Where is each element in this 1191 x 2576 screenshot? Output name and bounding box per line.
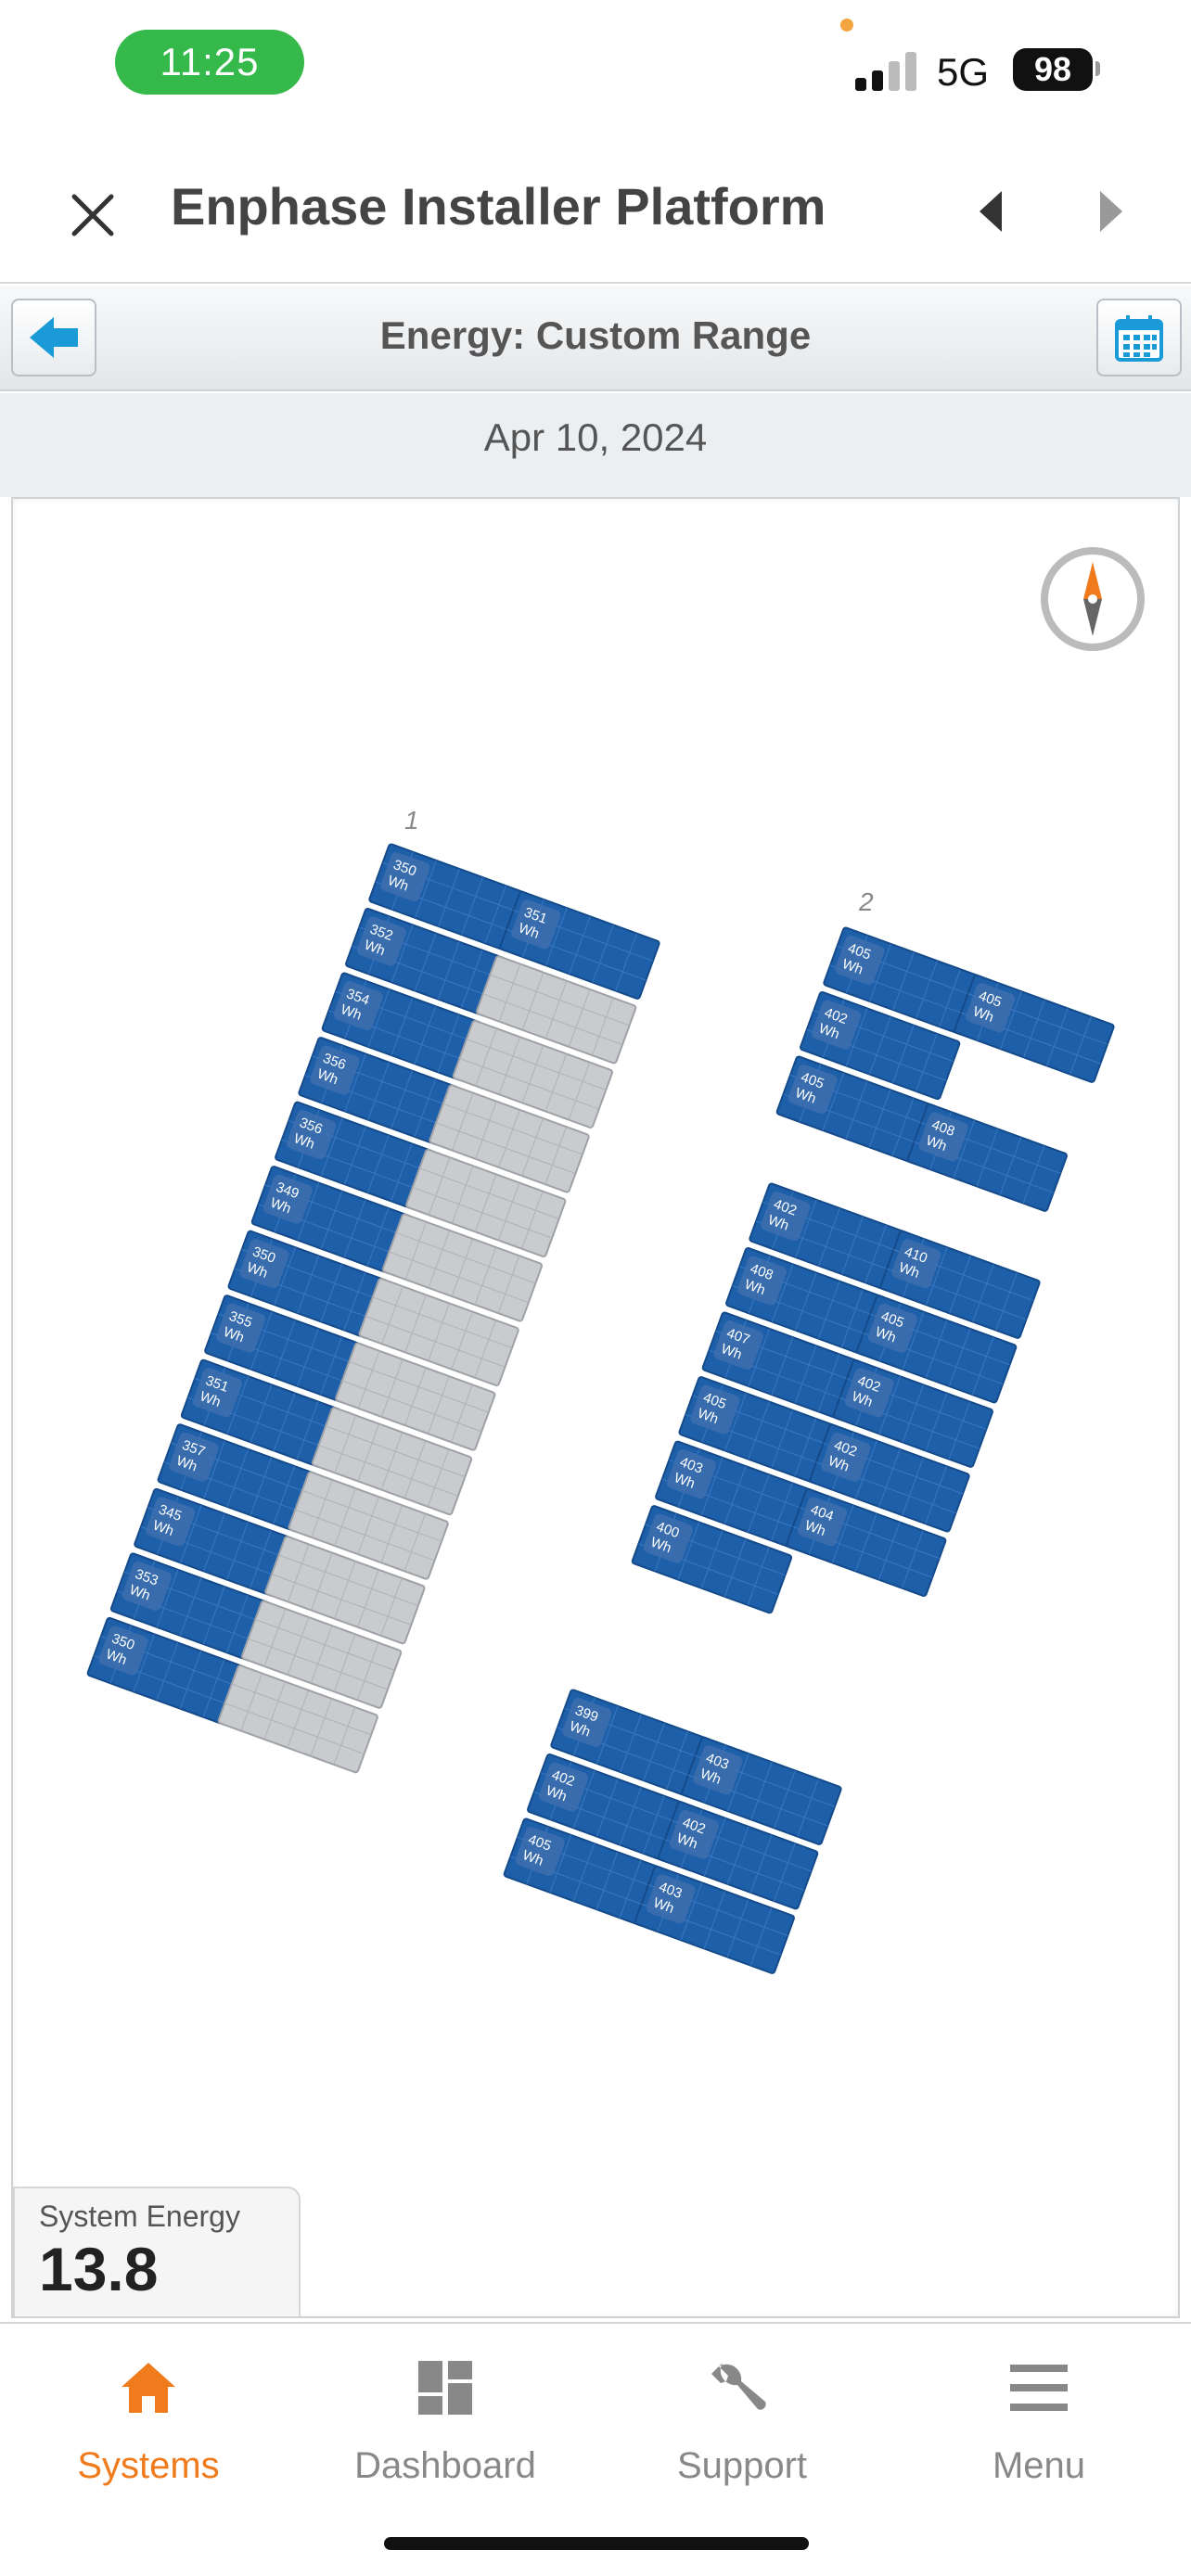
- close-icon: [71, 194, 114, 236]
- panel-array-2[interactable]: 408Wh: [906, 1103, 1068, 1212]
- calendar-icon: [1115, 315, 1163, 362]
- status-time: 11:25: [115, 30, 304, 95]
- system-energy-unit: kWh: [39, 2316, 139, 2318]
- home-indicator: [384, 2537, 809, 2550]
- tab-label: Menu: [992, 2445, 1086, 2486]
- browser-back-button[interactable]: [968, 184, 1015, 239]
- system-energy-card: System Energy 13.8 kWh: [13, 2187, 301, 2318]
- system-energy-value: 13.8 kWh: [39, 2234, 275, 2318]
- solar-arrays: 1 2 350Wh352Wh354Wh356Wh356Wh349Wh350Wh3…: [86, 806, 1115, 1974]
- calendar-button[interactable]: [1096, 299, 1182, 376]
- array-map[interactable]: 1 2 350 Wh 352 Wh 354 Wh 356 Wh 356 Wh 349 Wh 350 Wh 3…: [11, 497, 1180, 2318]
- page-title: Energy: Custom Range: [379, 313, 812, 357]
- dashboard-icon: [418, 2361, 472, 2415]
- status-bar: 11:25 5G 98: [0, 0, 1191, 139]
- privacy-indicator-dot: [840, 19, 853, 32]
- close-button[interactable]: [58, 180, 128, 250]
- forward-arrow-icon: [1100, 191, 1122, 232]
- tab-systems[interactable]: Systems: [0, 2355, 297, 2487]
- tab-support[interactable]: Support: [594, 2355, 890, 2487]
- battery-level: 98: [1013, 48, 1093, 91]
- tab-label: Systems: [77, 2445, 220, 2486]
- network-type: 5G: [937, 50, 990, 94]
- browser-forward-button[interactable]: [1087, 184, 1133, 239]
- tab-label: Support: [676, 2445, 808, 2486]
- tab-menu[interactable]: Menu: [890, 2355, 1187, 2487]
- date-label: Apr 10, 2024: [483, 415, 708, 459]
- system-energy-number: 13.8: [39, 2235, 159, 2303]
- back-arrow-icon: [980, 191, 1002, 232]
- array-label-2: 2: [858, 887, 874, 916]
- browser-header: Enphase Installer Platform: [0, 139, 1191, 284]
- home-icon: [122, 2363, 175, 2413]
- app-header: Energy: Custom Range: [0, 286, 1191, 391]
- wrench-icon: [711, 2363, 766, 2410]
- browser-title: Enphase Installer Platform: [171, 177, 826, 236]
- system-energy-label: System Energy: [39, 2200, 240, 2233]
- tab-dashboard[interactable]: Dashboard: [297, 2355, 594, 2487]
- date-bar: Apr 10, 2024: [0, 393, 1191, 497]
- signal-strength-icon: [855, 50, 920, 91]
- panel-array-2[interactable]: 405Wh: [954, 974, 1115, 1083]
- battery-tip: [1095, 61, 1100, 76]
- tab-label: Dashboard: [354, 2445, 536, 2486]
- menu-icon: [1010, 2365, 1068, 2411]
- array-label-1: 1: [404, 806, 419, 835]
